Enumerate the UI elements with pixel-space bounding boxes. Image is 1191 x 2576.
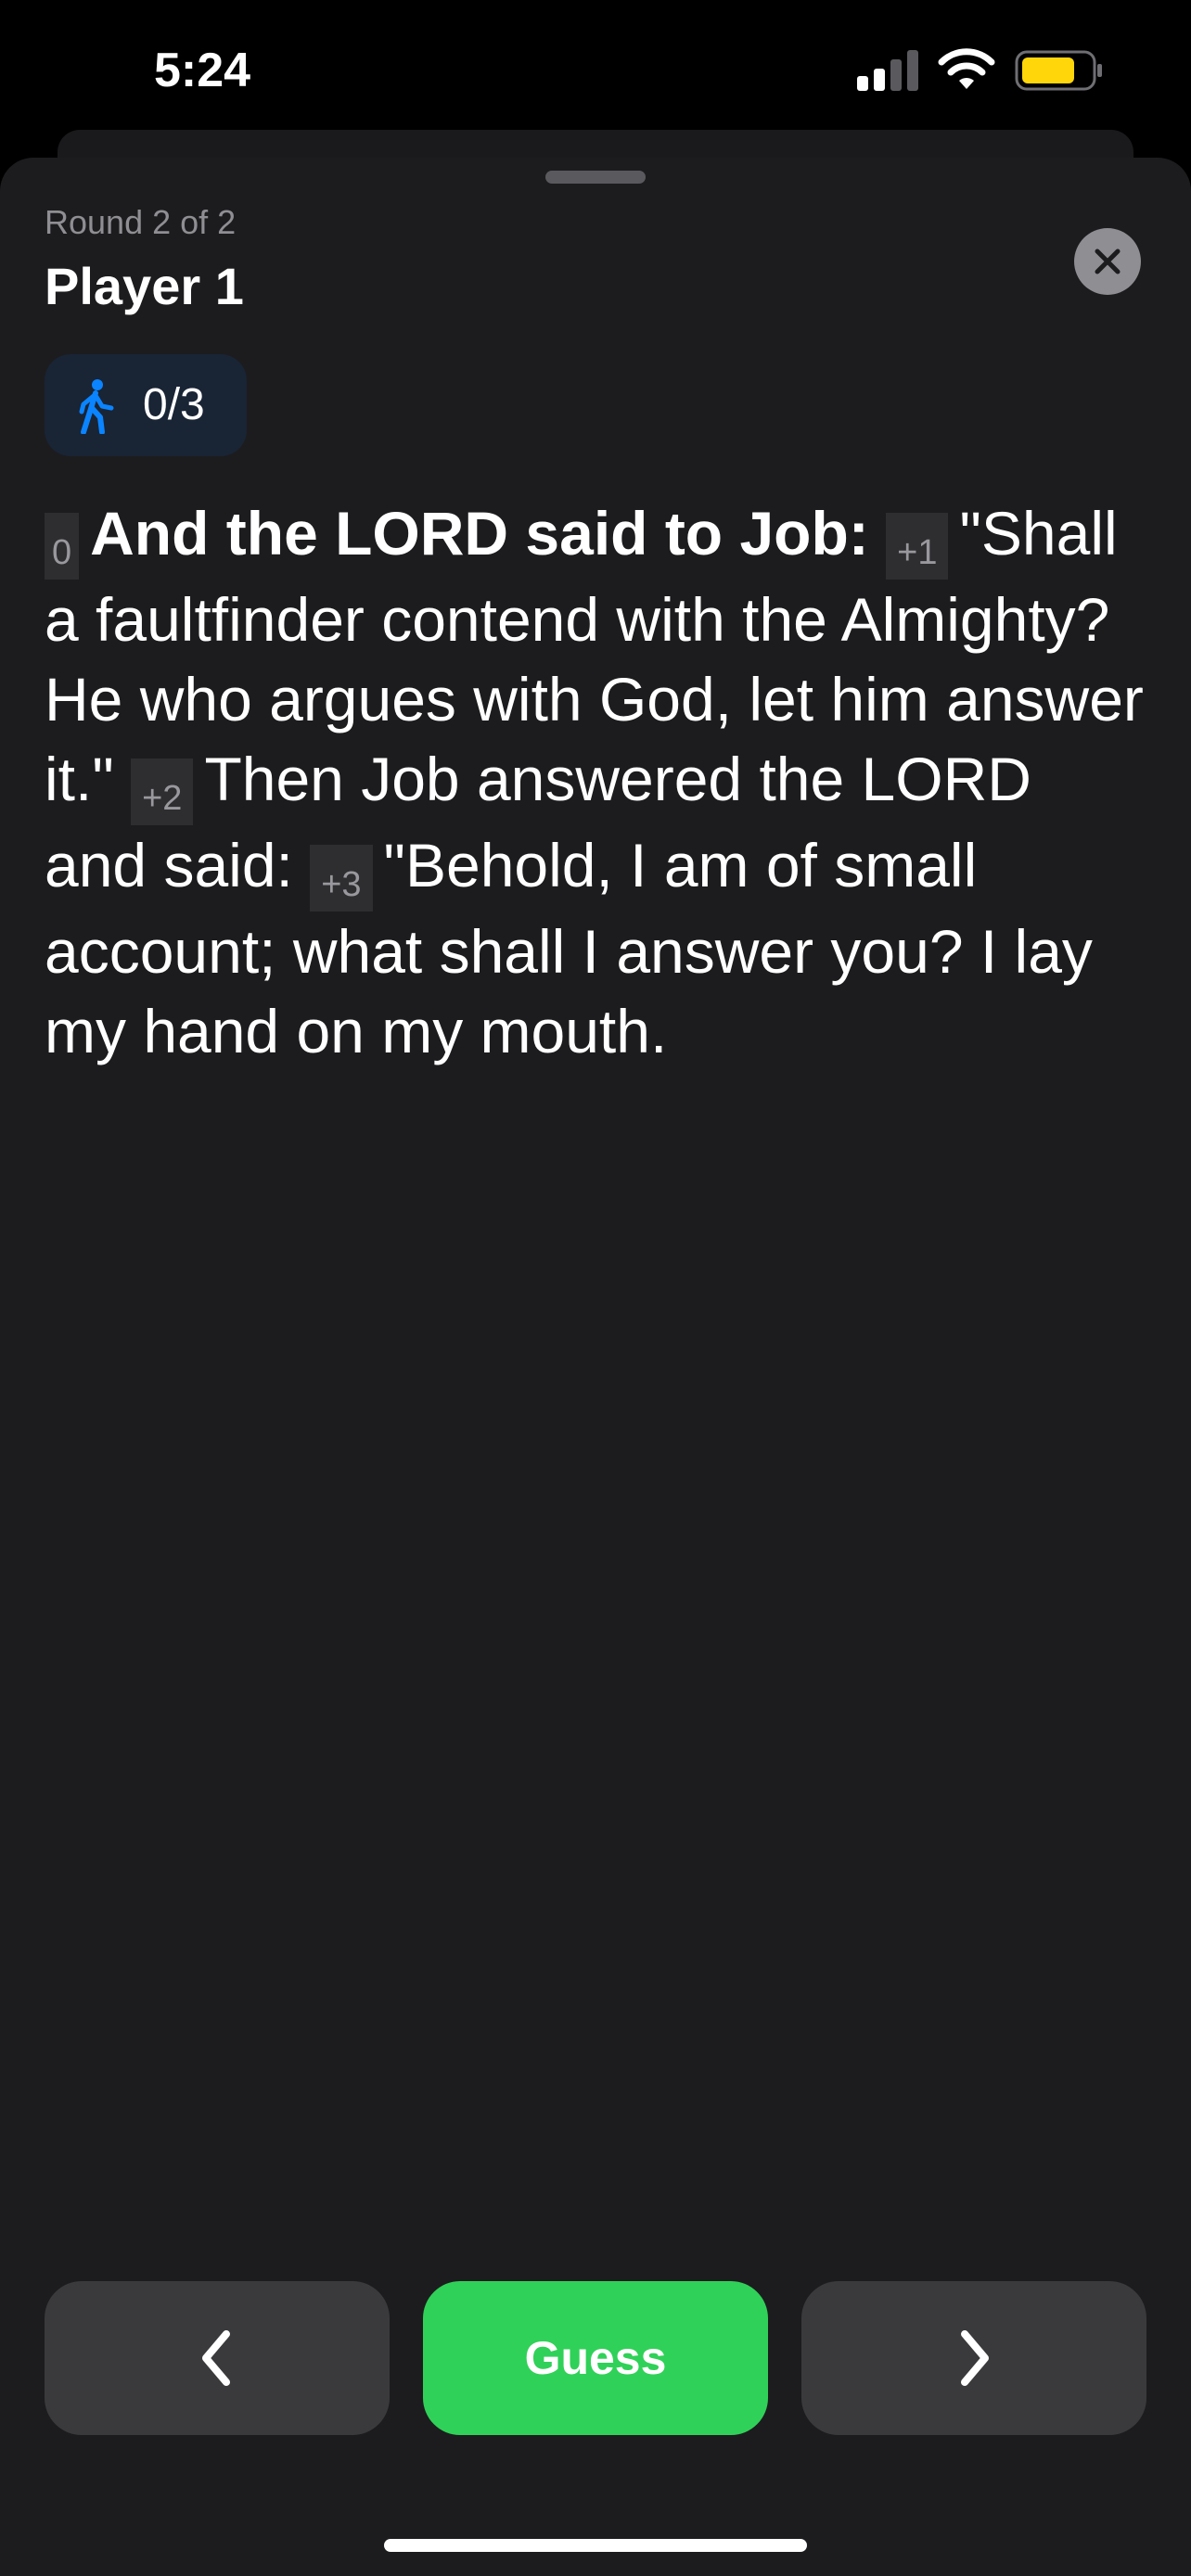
chevron-left-icon (202, 2330, 230, 2386)
guess-button-label: Guess (524, 2332, 667, 2384)
close-button[interactable] (1074, 228, 1141, 295)
hint-count: 0/3 (143, 380, 205, 429)
round-label: Round 2 of 2 (45, 203, 237, 241)
verse-marker: +3 (310, 845, 373, 912)
cellular-signal-icon (857, 50, 918, 91)
battery-icon (1015, 50, 1102, 91)
walking-figure-icon (79, 379, 114, 434)
chevron-right-icon (961, 2330, 989, 2386)
home-indicator[interactable] (384, 2539, 807, 2552)
close-icon (1095, 249, 1121, 274)
guess-button[interactable]: Guess (423, 2281, 768, 2435)
screen: 5:24 Round 2 of 2 Player 1 0/3 0 And the… (0, 0, 1191, 2576)
player-title: Player 1 (45, 257, 244, 315)
passage-text: 0 And the LORD said to Job: +1 "Shall a fa… (45, 493, 1148, 1071)
status-time: 5:24 (154, 44, 251, 97)
sheet-grabber[interactable] (545, 171, 646, 184)
previous-button[interactable] (45, 2281, 390, 2435)
passage-segment: And the LORD said to Job: (90, 499, 869, 567)
verse-marker: +1 (886, 513, 949, 580)
verse-marker: 0 (45, 513, 80, 580)
next-button[interactable] (801, 2281, 1146, 2435)
wifi-icon (938, 48, 995, 89)
hint-counter: 0/3 (45, 354, 247, 456)
verse-marker: +2 (131, 759, 194, 825)
